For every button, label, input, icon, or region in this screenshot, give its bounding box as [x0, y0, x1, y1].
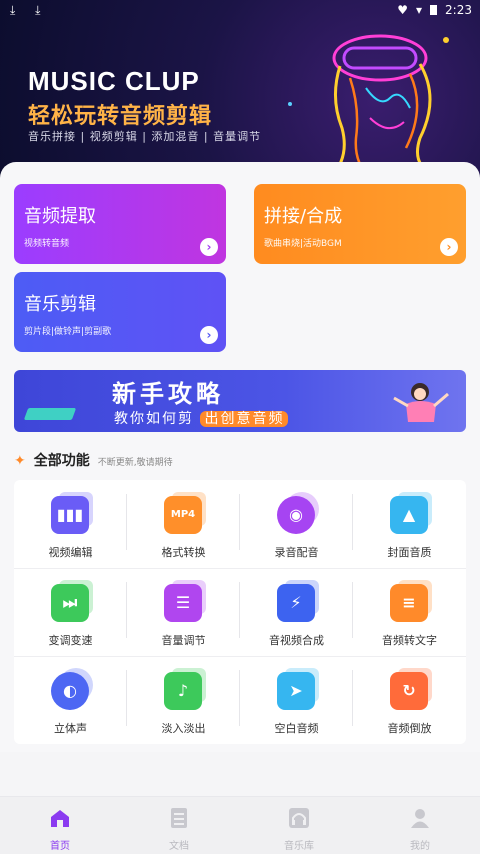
feature-blank-audio[interactable]: ➤ 空白音频	[240, 656, 353, 744]
hero-subtitle: 轻松玩转音频剪辑	[28, 104, 213, 129]
feature-label: 格式转换	[161, 546, 206, 559]
nav-home-label: 首页	[50, 841, 70, 852]
feature-record-disc[interactable]: ◉ 录音配音	[240, 480, 353, 568]
video-edit-icon: ▮▮▮	[51, 496, 89, 534]
fade-music-icon: ♪	[164, 672, 202, 710]
document-icon	[171, 808, 187, 828]
feature-cover-image[interactable]: ▲ 封面音质	[353, 480, 466, 568]
chevron-right-icon[interactable]: ›	[440, 238, 458, 256]
nav-documents-label: 文档	[169, 841, 189, 852]
audio-to-text-icon: ≡	[390, 584, 428, 622]
cover-image-icon: ▲	[390, 496, 428, 534]
splice-merge-subtitle: 歌曲串烧|活动BGM	[264, 239, 342, 249]
book-icon	[23, 408, 77, 420]
blank-audio-icon: ➤	[277, 672, 315, 710]
feature-label: 淡入淡出	[161, 722, 206, 735]
nav-documents[interactable]: 文档	[149, 807, 209, 852]
guide-subtitle-highlight: 出创意音频	[200, 411, 289, 427]
speed-forward-icon: ⏭	[51, 584, 89, 622]
chevron-right-icon[interactable]: ›	[200, 326, 218, 344]
bottom-navigation: 首页 文档 音乐库 我的	[0, 796, 480, 854]
feature-reverse-audio[interactable]: ↻ 音频倒放	[353, 656, 466, 744]
guide-title: 新手攻略	[112, 380, 224, 408]
nav-profile[interactable]: 我的	[390, 807, 450, 852]
home-icon	[51, 810, 69, 827]
feature-label: 音频倒放	[387, 722, 432, 735]
beginner-guide-banner[interactable]: 新手攻略 教你如何剪 出创意音频	[14, 370, 466, 432]
feature-fade-music[interactable]: ♪ 淡入淡出	[127, 656, 240, 744]
features-note: 不断更新,敬请期待	[97, 458, 173, 468]
feature-audio-to-text[interactable]: ≡ 音频转文字	[353, 568, 466, 656]
audio-extract-card[interactable]: 音频提取 视频转音频 ›	[14, 184, 226, 264]
feature-label: 变调变速	[48, 634, 93, 647]
nav-music-library[interactable]: 音乐库	[269, 807, 329, 852]
neon-vr-head-illustration	[288, 34, 449, 178]
audio-extract-subtitle: 视频转音频	[24, 239, 70, 249]
hero-banner: ⤓ ⤓ ♥ ▾ 2:23 MUSIC CLUP 轻松玩转音频剪辑 音乐拼接 | …	[0, 0, 480, 182]
features-title: 全部功能	[33, 453, 90, 469]
download-icons: ⤓ ⤓	[10, 3, 49, 17]
profile-icon	[411, 809, 429, 828]
nav-home[interactable]: 首页	[30, 807, 90, 852]
feature-label: 封面音质	[387, 546, 432, 559]
music-cut-card[interactable]: 音乐剪辑 剪片段|做铃声|剪副歌 ›	[14, 272, 226, 352]
features-header: ✦ 全部功能 不断更新,敬请期待	[14, 450, 173, 470]
hero-title: MUSIC CLUP	[28, 66, 200, 96]
location-icon: ♥	[397, 3, 409, 17]
feature-label: 音量调节	[161, 634, 206, 647]
splice-merge-title: 拼接/合成	[264, 206, 343, 227]
feature-mp4-format[interactable]: MP4 格式转换	[127, 480, 240, 568]
clock-time: 2:23	[445, 3, 472, 17]
signal-icon: ▾	[416, 3, 423, 17]
feature-stereo-disc[interactable]: ◐ 立体声	[14, 656, 127, 744]
guide-subtitle-prefix: 教你如何剪	[114, 411, 194, 427]
feature-av-merge[interactable]: ⚡ 音视频合成	[240, 568, 353, 656]
nav-profile-label: 我的	[410, 841, 430, 852]
feature-label: 音频转文字	[382, 634, 437, 647]
nav-music-library-label: 音乐库	[284, 841, 314, 852]
main-content: 音频提取 视频转音频 › 拼接/合成 歌曲串烧|活动BGM › 音乐剪辑 剪片段…	[0, 162, 480, 752]
av-merge-icon: ⚡	[277, 584, 315, 622]
record-disc-icon: ◉	[277, 496, 315, 534]
music-cut-title: 音乐剪辑	[24, 294, 96, 315]
headphones-icon	[289, 808, 309, 828]
hero-tags: 音乐拼接 | 视频剪辑 | 添加混音 | 音量调节	[28, 130, 262, 143]
feature-video-edit[interactable]: ▮▮▮ 视频编辑	[14, 480, 127, 568]
chevron-right-icon[interactable]: ›	[200, 238, 218, 256]
audio-extract-title: 音频提取	[24, 206, 96, 227]
feature-speed-forward[interactable]: ⏭ 变调变速	[14, 568, 127, 656]
reverse-audio-icon: ↻	[390, 672, 428, 710]
feature-volume-slider[interactable]: ☰ 音量调节	[127, 568, 240, 656]
stereo-disc-icon: ◐	[51, 672, 89, 710]
feature-label: 录音配音	[274, 546, 319, 559]
guide-subtitle: 教你如何剪 出创意音频	[114, 408, 289, 428]
features-grid: ▮▮▮ 视频编辑 MP4 格式转换 ◉ 录音配音 ▲ 封面音质 ⏭ 变调变速 ☰ 音量调节 ⚡ 音视频合成…	[14, 480, 466, 744]
girl-illustration	[393, 383, 449, 422]
feature-label: 空白音频	[274, 722, 319, 735]
splice-merge-card[interactable]: 拼接/合成 歌曲串烧|活动BGM ›	[254, 184, 466, 264]
feature-label: 音视频合成	[269, 634, 324, 647]
feature-label: 立体声	[54, 722, 87, 735]
battery-icon	[430, 5, 438, 15]
sparkle-icon: ✦	[14, 453, 26, 469]
mp4-format-icon: MP4	[164, 496, 202, 534]
volume-slider-icon: ☰	[164, 584, 202, 622]
music-cut-subtitle: 剪片段|做铃声|剪副歌	[24, 327, 112, 337]
feature-label: 视频编辑	[48, 546, 93, 559]
